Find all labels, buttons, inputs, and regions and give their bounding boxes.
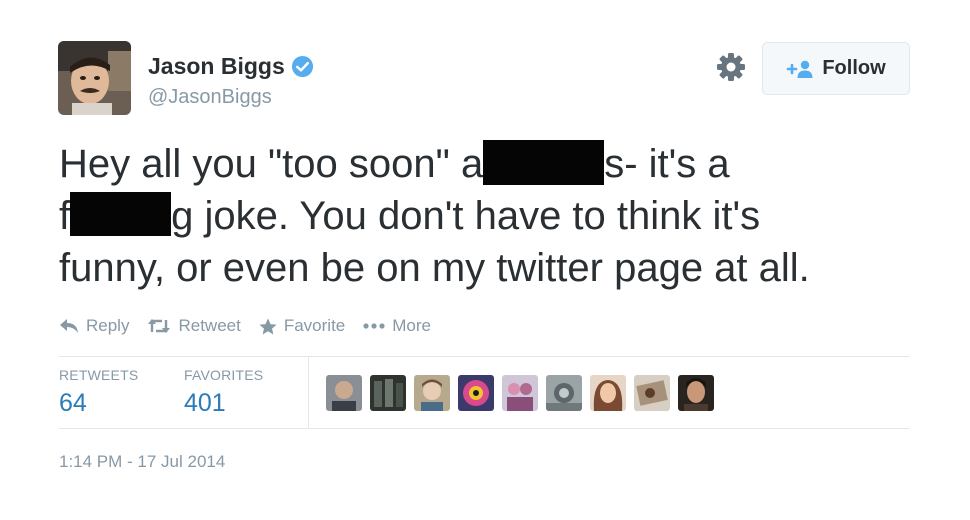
user-photo-icon — [458, 375, 494, 411]
follow-label: Follow — [822, 57, 886, 79]
tweet-line: Hey all you "too soon" a s- it's a — [59, 138, 939, 190]
retweets-count: 64 — [59, 389, 87, 417]
star-icon — [259, 318, 277, 334]
retweet-icon — [148, 319, 171, 333]
user-photo-icon — [414, 375, 450, 411]
tweet-segment: g joke. You don't have to think it's — [171, 194, 761, 238]
favorited-by-avatars — [326, 375, 722, 411]
tweet-segment: Hey all you "too soon" a — [59, 142, 484, 186]
reply-button[interactable]: Reply — [59, 316, 129, 336]
user-photo-icon — [634, 375, 670, 411]
more-dots-icon — [363, 323, 385, 329]
user-photo-icon — [678, 375, 714, 411]
tweet-segment: s- it's a — [604, 142, 730, 186]
retweet-label: Retweet — [178, 316, 241, 335]
retweets-stat[interactable]: RETWEETS 64 — [59, 367, 138, 418]
tweet-segment: funny, or even be on my twitter page at … — [59, 246, 810, 290]
reply-label: Reply — [86, 316, 130, 335]
more-label: More — [392, 316, 431, 335]
tweet-segment: f — [59, 194, 71, 238]
tweet-line: f g joke. You don't have to think it's — [59, 190, 939, 242]
divider — [59, 356, 910, 357]
favoriter-avatar[interactable] — [370, 375, 406, 411]
user-avatar[interactable] — [58, 41, 131, 115]
divider — [59, 428, 910, 429]
favoriter-avatar[interactable] — [546, 375, 582, 411]
favorites-label: FAVORITES — [184, 367, 264, 383]
retweets-label: RETWEETS — [59, 367, 139, 383]
user-photo-icon — [502, 375, 538, 411]
stats-divider — [308, 357, 309, 428]
profile-photo-icon — [58, 41, 131, 115]
user-handle[interactable]: @JasonBiggs — [148, 86, 272, 109]
user-photo-icon — [326, 375, 362, 411]
user-photo-icon — [546, 375, 582, 411]
reply-icon — [60, 319, 78, 333]
favoriter-avatar[interactable] — [326, 375, 362, 411]
redaction-bar — [70, 192, 172, 237]
tweet-timestamp[interactable]: 1:14 PM - 17 Jul 2014 — [59, 452, 225, 472]
favorites-stat[interactable]: FAVORITES 401 — [184, 367, 263, 418]
favoriter-avatar[interactable] — [414, 375, 450, 411]
user-name-row[interactable]: Jason Biggs — [148, 53, 314, 80]
follow-button[interactable]: Follow — [762, 42, 910, 95]
favoriter-avatar[interactable] — [502, 375, 538, 411]
user-photo-icon — [590, 375, 626, 411]
more-button[interactable]: More — [363, 316, 431, 336]
favoriter-avatar[interactable] — [458, 375, 494, 411]
favorite-label: Favorite — [283, 316, 346, 335]
favoriter-avatar[interactable] — [678, 375, 714, 411]
settings-button[interactable] — [716, 52, 746, 82]
verified-badge-icon — [291, 55, 313, 78]
tweet-actions: Reply Retweet Favorite More — [59, 316, 449, 336]
add-user-icon — [787, 60, 813, 78]
tweet-line: funny, or even be on my twitter page at … — [59, 242, 939, 294]
retweet-button[interactable]: Retweet — [147, 316, 241, 336]
user-photo-icon — [370, 375, 406, 411]
favoriter-avatar[interactable] — [634, 375, 670, 411]
favorite-button[interactable]: Favorite — [259, 316, 345, 336]
favoriter-avatar[interactable] — [590, 375, 626, 411]
redaction-bar — [483, 139, 605, 185]
favorites-count: 401 — [184, 389, 226, 417]
user-name[interactable]: Jason Biggs — [148, 53, 285, 80]
gear-icon — [717, 53, 745, 81]
tweet-text: Hey all you "too soon" a s- it's a f g jok… — [59, 138, 939, 294]
